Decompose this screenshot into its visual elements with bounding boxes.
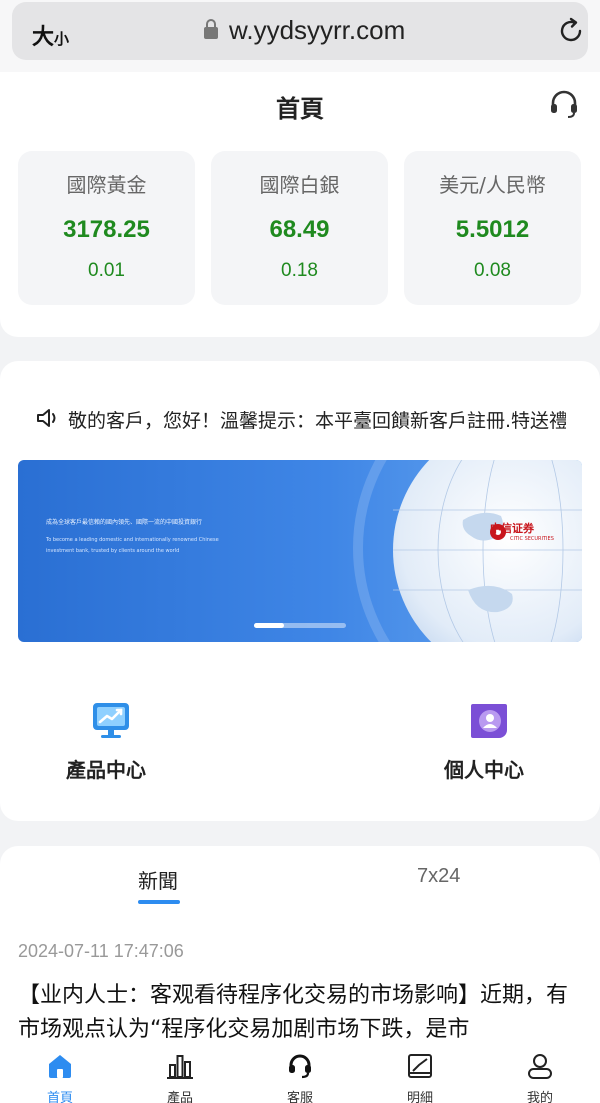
tabbar-item-products[interactable]: 產品: [130, 1040, 230, 1103]
news-headline[interactable]: 【业内人士：客观看待程序化交易的市场影响】近期，有市场观点认为“程序化交易加剧市…: [18, 979, 584, 1047]
banner-slogan-en: To become a leading domestic and interna…: [46, 537, 219, 554]
ticker-change: 0.01: [88, 260, 125, 281]
tabbar-item-details[interactable]: 明細: [370, 1040, 470, 1103]
speaker-icon: [37, 409, 56, 427]
lock-icon: [204, 19, 218, 39]
banner-carousel[interactable]: 成為全球客戶最信賴的國內領先、國際一流的中國投資銀行 To become a l…: [18, 460, 582, 642]
tab-news[interactable]: 新聞: [138, 865, 178, 894]
header-card: 首頁 國際黃金 3178.25 0.01 國際白銀 68.49 0.18 美元/…: [0, 72, 600, 337]
ticker-price: 68.49: [269, 216, 330, 243]
page-title: 首頁: [276, 95, 324, 123]
ticker-name: 國際白銀: [259, 173, 340, 197]
headset-icon: [289, 1054, 311, 1079]
person-icon: [528, 1054, 552, 1079]
reload-icon[interactable]: [556, 16, 586, 46]
news-timestamp: 2024-07-11 17:47:06: [18, 941, 184, 961]
url-pill[interactable]: 大小 w.yydsyyrr.com: [12, 2, 588, 60]
promo-card: 敬的客戶，您好！溫馨提示：本平臺回饋新客戶註冊.特送禮 成為全球客戶最信賴的國內…: [0, 361, 600, 821]
carousel-indicator-active: [254, 623, 285, 628]
tabbar-item-service[interactable]: 客服: [250, 1040, 350, 1103]
browser-address-bar: 大小 w.yydsyyrr.com: [0, 0, 600, 72]
home-icon: [49, 1055, 71, 1078]
ticker-price: 3178.25: [63, 216, 150, 243]
tab-underline: [138, 900, 180, 904]
text-size-button[interactable]: 大小: [32, 19, 69, 51]
tabbar-label: 首頁: [46, 1091, 73, 1103]
tabbar-label: 產品: [166, 1091, 193, 1103]
ticker-name: 國際黃金: [66, 173, 147, 197]
ledger-icon: [408, 1054, 432, 1078]
customer-service-icon[interactable]: [548, 88, 580, 120]
ticker-change: 0.08: [474, 260, 511, 281]
tabbar-label: 我的: [526, 1091, 553, 1103]
bar-chart-icon: [167, 1055, 193, 1079]
menu-product-center[interactable]: 產品中心: [66, 754, 146, 783]
ticker-name: 美元/人民幣: [439, 173, 546, 197]
tabbar-label: 明細: [406, 1091, 433, 1103]
tabbar-label: 客服: [286, 1091, 313, 1103]
monitor-chart-icon[interactable]: [91, 700, 131, 740]
ticker-gold[interactable]: 國際黃金 3178.25 0.01: [18, 151, 195, 305]
url-text[interactable]: w.yydsyyrr.com: [229, 15, 405, 46]
bottom-tab-bar: 首頁 產品 客服 明細 我的: [0, 1040, 600, 1103]
ticker-usd-cny[interactable]: 美元/人民幣 5.5012 0.08: [404, 151, 581, 305]
carousel-indicator: [254, 623, 346, 628]
ticker-change: 0.18: [281, 260, 318, 281]
menu-personal-center[interactable]: 個人中心: [444, 754, 524, 783]
tab-7x24[interactable]: 7x24: [417, 865, 460, 888]
tabbar-item-home[interactable]: 首頁: [10, 1040, 110, 1103]
user-badge-icon[interactable]: [469, 700, 509, 740]
tabbar-item-mine[interactable]: 我的: [490, 1040, 590, 1103]
banner-slogan-zh: 成為全球客戶最信賴的國內領先、國際一流的中國投資銀行: [46, 519, 203, 526]
banner-logo-sub: CITIC SECURITIES: [510, 536, 554, 542]
ticker-silver[interactable]: 國際白銀 68.49 0.18: [211, 151, 388, 305]
ticker-price: 5.5012: [455, 216, 530, 243]
banner-logo: 中信证券: [490, 522, 534, 535]
notice-marquee[interactable]: 敬的客戶，您好！溫馨提示：本平臺回饋新客戶註冊.特送禮: [68, 406, 566, 434]
